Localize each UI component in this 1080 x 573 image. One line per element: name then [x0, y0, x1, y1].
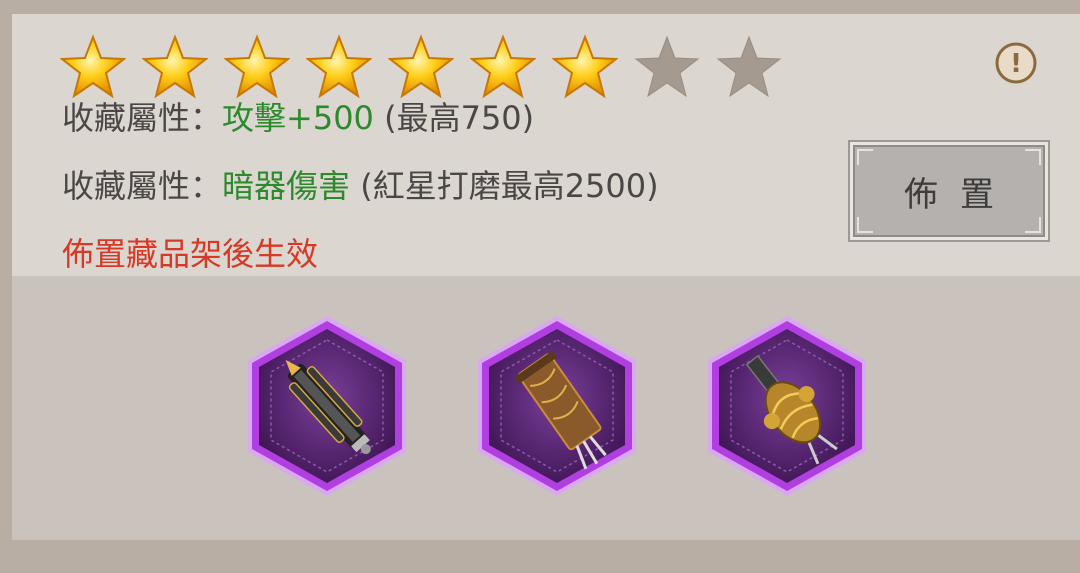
- collection-panel: ! 收藏屬性：攻擊+500 (最高750) 收藏屬性：暗器傷害 (紅星打磨最高2…: [12, 14, 1080, 540]
- collection-info-section: ! 收藏屬性：攻擊+500 (最高750) 收藏屬性：暗器傷害 (紅星打磨最高2…: [12, 14, 1080, 276]
- star-filled-icon: [60, 34, 126, 100]
- star-empty-icon: [716, 34, 782, 100]
- attribute-value: 攻擊+500: [222, 99, 374, 137]
- info-icon[interactable]: !: [994, 41, 1038, 85]
- star-filled-icon: [306, 34, 372, 100]
- collection-item-slot[interactable]: [242, 312, 412, 500]
- attribute-label: 收藏屬性：: [62, 99, 223, 137]
- star-filled-icon: [224, 34, 290, 100]
- star-empty-icon: [634, 34, 700, 100]
- place-button-label: 佈置: [904, 174, 1016, 215]
- attribute-value: 暗器傷害: [222, 167, 351, 205]
- collection-item-slot[interactable]: [702, 312, 872, 500]
- activation-notice: 佈置藏品架後生效: [62, 235, 319, 273]
- star-filled-icon: [552, 34, 618, 100]
- attribute-note: (紅星打磨最高2500): [350, 167, 659, 205]
- collection-attribute-hidden-weapon: 收藏屬性：暗器傷害 (紅星打磨最高2500): [62, 166, 659, 206]
- info-icon-glyph: !: [1010, 49, 1022, 79]
- star-filled-icon: [470, 34, 536, 100]
- attribute-note: (最高750): [373, 99, 535, 137]
- collection-item-slot[interactable]: [472, 312, 642, 500]
- attribute-label: 收藏屬性：: [62, 167, 223, 205]
- star-filled-icon: [142, 34, 208, 100]
- collection-attribute-attack: 收藏屬性：攻擊+500 (最高750): [62, 98, 534, 138]
- star-filled-icon: [388, 34, 454, 100]
- place-button[interactable]: 佈置: [850, 142, 1048, 240]
